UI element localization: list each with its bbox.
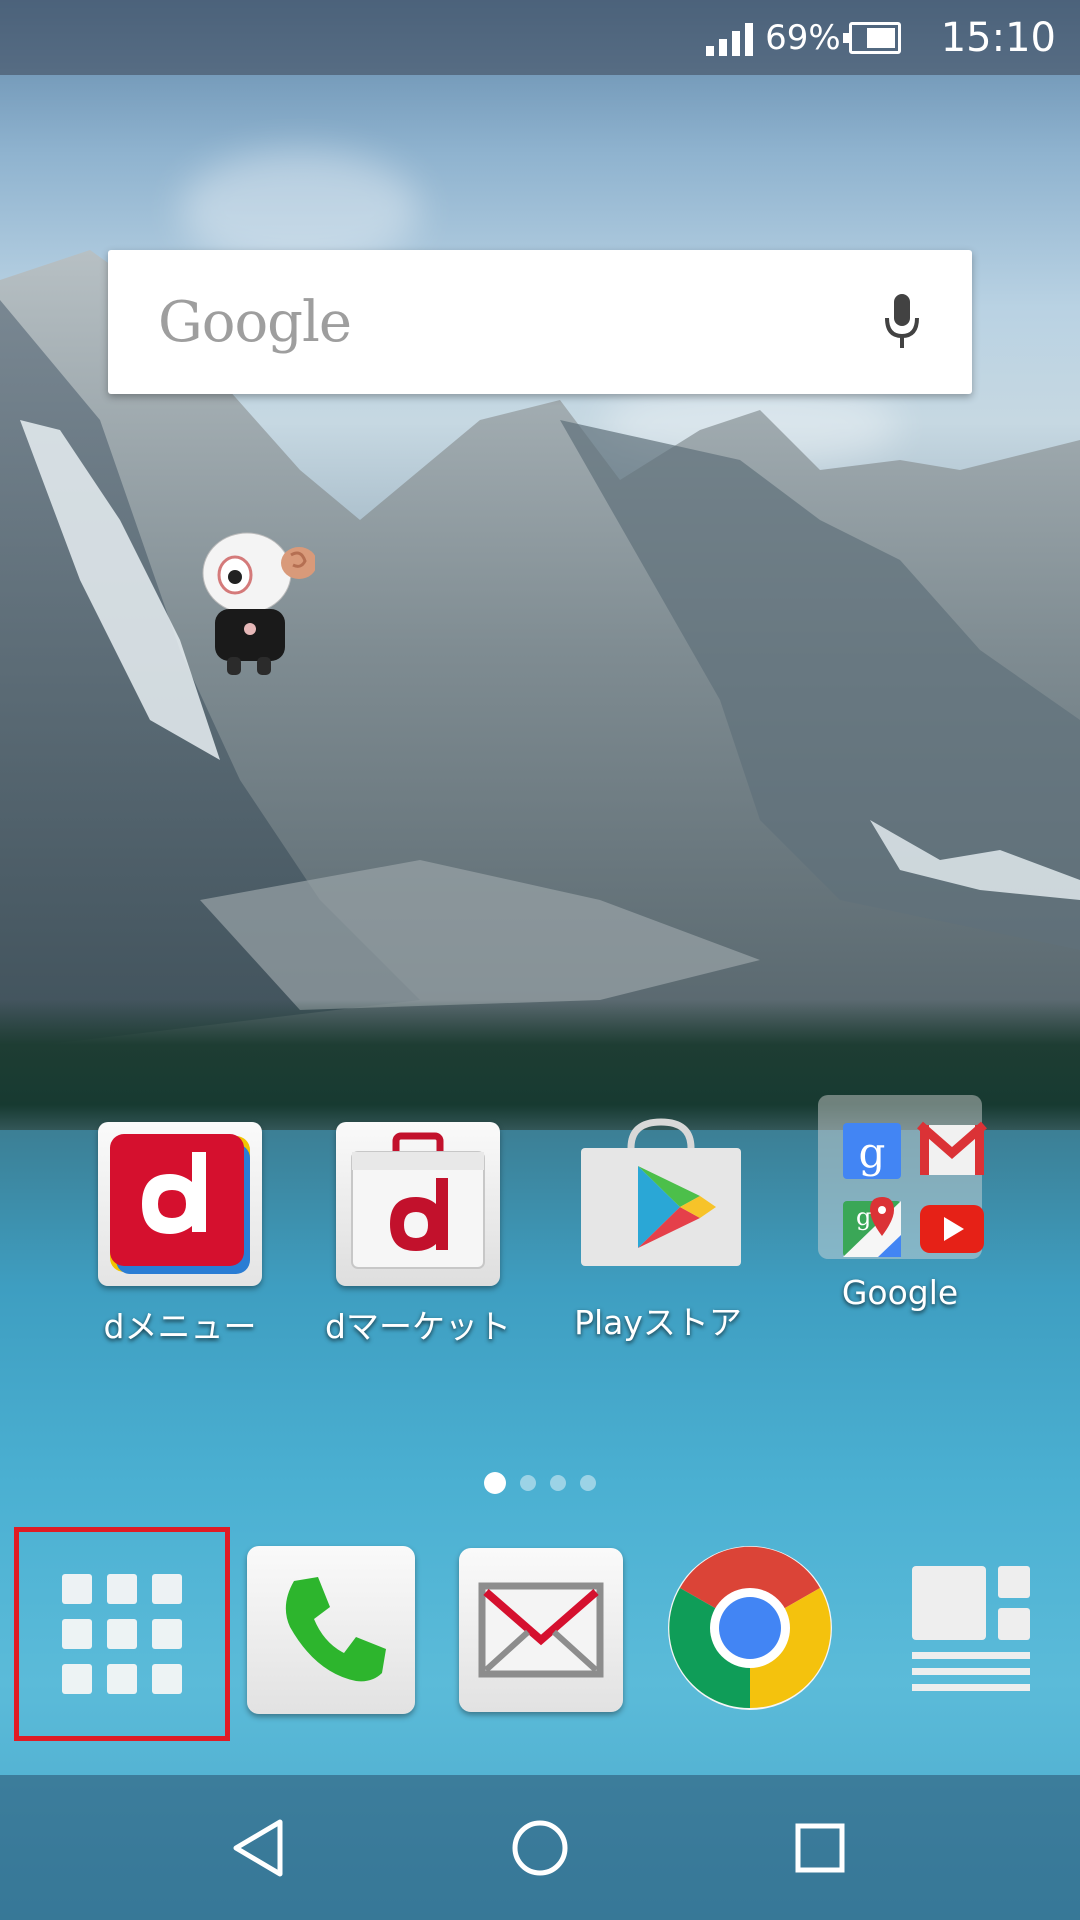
- app-label: dメニュー: [103, 1307, 257, 1346]
- character-widget[interactable]: [195, 525, 317, 685]
- home-icon: [512, 1820, 568, 1875]
- app-play-store[interactable]: Playストア: [558, 1118, 758, 1344]
- phone-icon: [247, 1546, 415, 1714]
- recents-button[interactable]: [775, 1803, 865, 1893]
- page-dot[interactable]: [550, 1475, 566, 1491]
- app-drawer-button[interactable]: [14, 1527, 230, 1741]
- dock-mail[interactable]: [456, 1545, 626, 1715]
- layout-icon: [886, 1558, 1036, 1702]
- dock-widget-app[interactable]: [876, 1545, 1046, 1715]
- page-indicator: [0, 1472, 1080, 1494]
- google-search-bar[interactable]: Google: [108, 250, 972, 394]
- clock: 15:10: [940, 14, 1056, 61]
- battery-percent: 69%: [765, 17, 841, 58]
- d-market-icon: [336, 1122, 500, 1286]
- page-dot[interactable]: [484, 1472, 506, 1494]
- google-logo: Google: [158, 289, 352, 355]
- mail-icon: [459, 1548, 623, 1712]
- svg-text:g: g: [859, 1128, 886, 1177]
- home-button[interactable]: [495, 1803, 585, 1893]
- app-label: Playストア: [574, 1303, 742, 1342]
- app-label: dマーケット: [325, 1307, 511, 1346]
- cell-signal-icon: [706, 20, 754, 56]
- back-button[interactable]: [215, 1803, 305, 1893]
- page-dot[interactable]: [580, 1475, 596, 1491]
- google-folder-icon: g g: [818, 1095, 987, 1259]
- recents-icon: [795, 1823, 845, 1872]
- dock-phone[interactable]: [246, 1545, 416, 1715]
- page-dot[interactable]: [520, 1475, 536, 1491]
- mic-icon[interactable]: [882, 292, 922, 352]
- svg-text:g: g: [856, 1203, 871, 1231]
- navigation-bar: [0, 1775, 1080, 1920]
- d-menu-icon: [98, 1122, 262, 1286]
- app-grid-icon: [62, 1574, 182, 1694]
- folder-google[interactable]: g g Google: [800, 1095, 1000, 1312]
- battery-icon: [842, 21, 901, 54]
- play-store-icon: [576, 1118, 741, 1282]
- dock-chrome[interactable]: [665, 1545, 835, 1715]
- app-d-market[interactable]: dマーケット: [318, 1122, 518, 1348]
- app-d-menu[interactable]: dメニュー: [80, 1122, 280, 1348]
- status-bar: 69% 15:10: [0, 0, 1080, 75]
- back-icon: [233, 1819, 283, 1876]
- chrome-icon: [665, 1543, 835, 1717]
